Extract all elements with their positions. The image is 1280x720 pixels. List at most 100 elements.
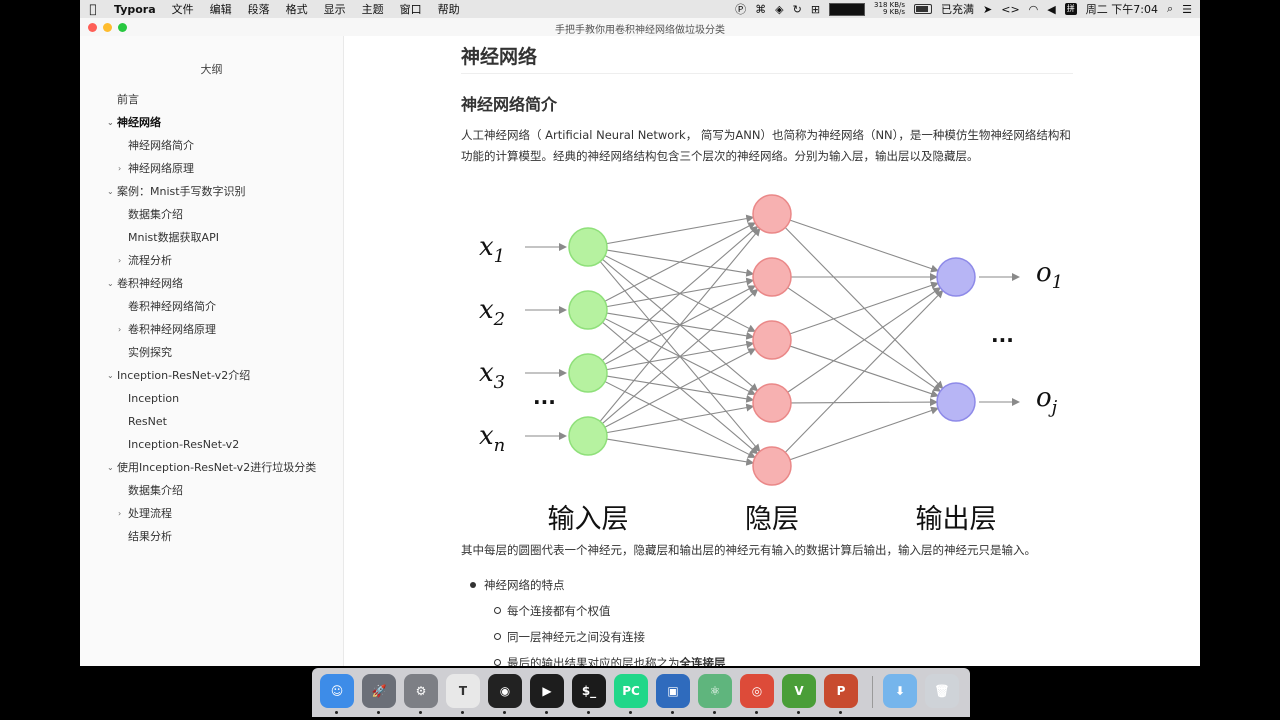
menu-edit[interactable]: 编辑 [202,1,240,17]
hidden-output-edge [784,289,944,453]
vim-icon[interactable]: V [782,674,816,714]
outline-item-label: Mnist数据获取API [128,231,219,244]
outline-item-label: 流程分析 [128,254,172,267]
sub-list-item: 每个连接都有个权值 [461,598,1079,624]
outline-item[interactable]: ⌄ Inception-ResNet-v2介绍 [80,364,343,387]
menu-theme[interactable]: 主题 [354,1,392,17]
input-label: x2 [479,295,505,330]
launchpad-icon[interactable]: 🚀 [362,674,396,714]
sub-list-item: 同一层神经元之间没有连接 [461,624,1079,650]
outline-item[interactable]: › 流程分析 [80,249,343,272]
menu-help[interactable]: 帮助 [430,1,468,17]
chrome-icon[interactable]: ◎ [740,674,774,714]
chevron-down-icon[interactable]: ⌄ [107,364,114,387]
caption-paragraph: 其中每层的圆圈代表一个神经元，隐藏层和输出层的神经元有输入的数据计算后输出，输入… [461,543,1036,557]
atom-icon[interactable]: ⚛ [698,674,732,714]
chevron-right-icon[interactable]: › [118,318,121,341]
chevron-right-icon[interactable]: › [118,249,121,272]
label-subscript: 1 [494,246,505,267]
search-icon[interactable]: ⌕ [1167,2,1173,16]
document-title: 手把手教你用卷积神经网络做垃圾分类 [555,25,725,36]
outline-item[interactable]: › 处理流程 [80,502,343,525]
chevron-down-icon[interactable]: ⌄ [107,272,114,295]
menu-format[interactable]: 格式 [278,1,316,17]
chevron-down-icon[interactable]: ⌄ [107,180,114,203]
outline-item[interactable]: ⌄ 神经网络 [80,111,343,134]
virtualbox-icon[interactable]: ▣ [656,674,690,714]
bookmark-icon[interactable]: ⌘ [755,3,766,16]
outline-item[interactable]: ⌄ 卷积神经网络 [80,272,343,295]
outline-item[interactable]: 实例探究 [80,341,343,364]
chevron-right-icon[interactable]: › [118,157,121,180]
outline-item[interactable]: Inception [80,387,343,410]
sync-icon[interactable]: ↻ [793,3,802,16]
obs-icon[interactable]: ◉ [488,674,522,714]
input-hidden-edge [602,288,759,424]
chevron-down-icon[interactable]: ⌄ [107,456,114,479]
outline-item[interactable]: Mnist数据获取API [80,226,343,249]
menu-paragraph[interactable]: 段落 [240,1,278,17]
outline-item-label: Inception-ResNet-v2 [128,438,240,451]
outline-item-label: 实例探究 [128,346,172,359]
menu-window[interactable]: 窗口 [392,1,430,17]
running-indicator [545,711,548,714]
menu-file[interactable]: 文件 [164,1,202,17]
title-bar[interactable]: 手把手教你用卷积神经网络做垃圾分类 [80,18,1200,36]
running-indicator [839,711,842,714]
pycharm-icon[interactable]: PC [614,674,648,714]
send-icon[interactable]: ➤ [983,3,992,16]
trash-icon[interactable]: 🗑 [925,674,959,708]
downloads-folder-icon[interactable]: ⬇ [883,674,917,708]
input-neuron [568,227,608,267]
p-icon[interactable]: Ⓟ [735,1,746,17]
player-icon[interactable]: ▶ [530,674,564,714]
input-hidden-edge [606,438,755,466]
input-method-icon[interactable]: 拼 [1064,3,1077,15]
chevron-right-icon[interactable]: › [118,502,121,525]
chevron-down-icon[interactable]: ⌄ [107,111,114,134]
terminal-icon[interactable]: $_ [572,674,606,714]
red-app-icon[interactable]: ◈ [775,3,783,16]
outline-item[interactable]: 数据集介绍 [80,203,343,226]
neural-network-diagram: x1 x2 x3 xn o1 oj...... 输入层 隐层 输出层 [479,194,1063,535]
outline-item[interactable]: 神经网络简介 [80,134,343,157]
running-indicator [335,711,338,714]
outline-item[interactable]: ⌄ 使用Inception-ResNet-v2进行垃圾分类 [80,456,343,479]
outline-item[interactable]: ⌄ 案例：Mnist手写数字识别 [80,180,343,203]
outline-item[interactable]: ResNet [80,410,343,433]
input-layer-label: 输入层 [548,504,629,535]
wifi-icon[interactable]: ◠ [1029,3,1039,16]
heading-divider [461,73,1073,74]
menu-app[interactable]: Typora [106,3,164,16]
outline-item[interactable]: 结果分析 [80,525,343,548]
menu-bar:  Typora 文件 编辑 段落 格式 显示 主题 窗口 帮助 Ⓟ ⌘ ◈ ↻… [80,0,1200,18]
output-ellipsis: ... [991,323,1014,347]
input-label: x3 [479,358,505,393]
monitor-widget[interactable] [829,2,866,16]
bold-term: 全连接层 [679,656,726,666]
outline-item-label: 卷积神经网络 [117,277,183,290]
finder-icon[interactable]: ☺ [320,674,354,714]
outline-item[interactable]: Inception-ResNet-v2 [80,433,343,456]
apple-icon[interactable]:  [80,2,106,16]
notification-center-icon[interactable]: ☰ [1182,3,1192,16]
typora-icon[interactable]: T [446,674,480,714]
outline-item[interactable]: 前言 [80,88,343,111]
input-hidden-edge [602,225,759,361]
datetime[interactable]: 周二 下午7:04 [1086,1,1158,17]
code-icon[interactable]: <> [1001,3,1019,16]
input-neuron [568,416,608,456]
menu-view[interactable]: 显示 [316,1,354,17]
outline-item[interactable]: › 卷积神经网络原理 [80,318,343,341]
battery-icon[interactable] [914,4,933,14]
system-preferences-icon[interactable]: ⚙ [404,674,438,714]
feature-list: 神经网络的特点 每个连接都有个权值 同一层神经元之间没有连接 最后的输出结果对应… [461,572,1079,666]
volume-icon[interactable]: ◀ [1047,3,1055,16]
outline-item[interactable]: › 神经网络原理 [80,157,343,180]
output-layer-label: 输出层 [916,504,997,535]
outline-item[interactable]: 卷积神经网络简介 [80,295,343,318]
grid-icon[interactable]: ⊞ [811,3,820,16]
dock-separator [872,676,873,708]
powerpoint-icon[interactable]: P [824,674,858,714]
outline-item[interactable]: 数据集介绍 [80,479,343,502]
